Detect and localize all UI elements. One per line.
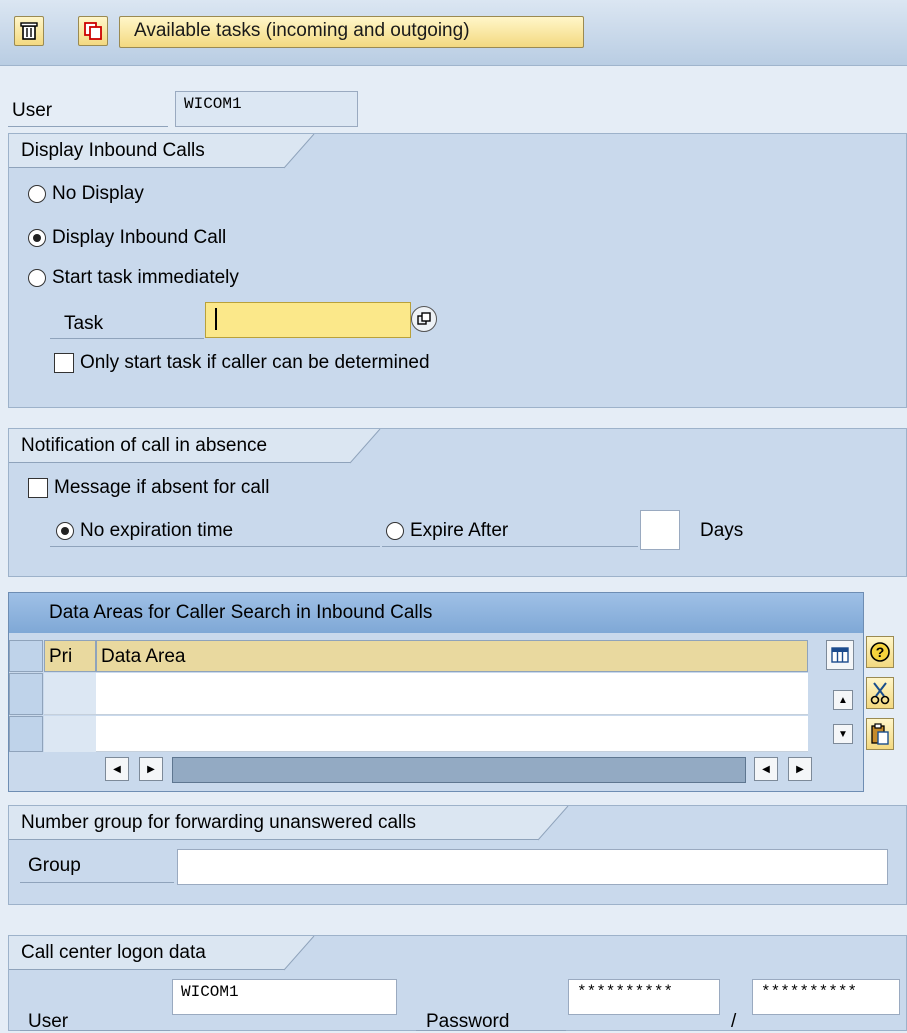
radio-no-expiration[interactable]: No expiration time bbox=[56, 520, 233, 542]
expire-after-underline bbox=[382, 546, 638, 547]
logon-title: Call center logon data bbox=[9, 936, 285, 970]
radio-start-task[interactable]: Start task immediately bbox=[28, 267, 239, 289]
message-absent-row[interactable]: Message if absent for call bbox=[28, 477, 269, 499]
logon-title-slant bbox=[284, 936, 315, 971]
value-help-button[interactable] bbox=[411, 306, 437, 332]
select-all-cell[interactable] bbox=[9, 640, 43, 672]
column-header-data-area[interactable]: Data Area bbox=[96, 640, 808, 672]
user-field: WICOM1 bbox=[175, 91, 358, 127]
radio-start-task-control[interactable] bbox=[28, 269, 46, 287]
absence-title-slant bbox=[350, 429, 381, 464]
password-confirm-input[interactable]: ********** bbox=[752, 979, 900, 1015]
cut-button[interactable] bbox=[866, 677, 894, 709]
arrow-left-icon: ◀ bbox=[762, 763, 770, 775]
group-label: Group bbox=[28, 855, 81, 876]
scroll-down-button[interactable]: ▼ bbox=[833, 724, 853, 744]
column-header-pri[interactable]: Pri bbox=[44, 640, 96, 672]
arrow-right-icon: ▶ bbox=[147, 763, 155, 775]
task-label-underline bbox=[50, 338, 204, 339]
data-areas-title: Data Areas for Caller Search in Inbound … bbox=[9, 593, 863, 633]
column-settings-button[interactable] bbox=[826, 640, 854, 670]
radio-display-inbound-control[interactable] bbox=[28, 229, 46, 247]
table-cell-area-1[interactable] bbox=[96, 673, 808, 715]
clipboard-icon bbox=[871, 723, 889, 745]
arrow-up-icon: ▲ bbox=[838, 694, 848, 706]
scroll-right-end-button[interactable]: ▶ bbox=[788, 757, 812, 781]
password-separator: / bbox=[731, 1011, 737, 1032]
group-input[interactable] bbox=[177, 849, 888, 885]
arrow-right-icon: ▶ bbox=[796, 763, 804, 775]
password-input[interactable]: ********** bbox=[568, 979, 720, 1015]
scissors-icon bbox=[870, 682, 890, 705]
radio-no-expiration-control[interactable] bbox=[56, 522, 74, 540]
radio-expire-after[interactable]: Expire After bbox=[386, 520, 508, 542]
trash-icon bbox=[20, 22, 38, 40]
radio-no-display-label: No Display bbox=[52, 183, 144, 204]
radio-display-inbound-label: Display Inbound Call bbox=[52, 227, 227, 248]
message-absent-checkbox[interactable] bbox=[28, 478, 48, 498]
arrow-down-icon: ▼ bbox=[838, 728, 848, 740]
row-selector-1[interactable] bbox=[9, 673, 43, 715]
only-start-checkbox[interactable] bbox=[54, 353, 74, 373]
row-selector-2[interactable] bbox=[9, 716, 43, 752]
no-expiration-underline bbox=[50, 546, 380, 547]
number-group-title-text: Number group for forwarding unanswered c… bbox=[21, 812, 416, 833]
task-input[interactable] bbox=[205, 302, 411, 338]
copy-icon bbox=[84, 22, 102, 40]
logon-user-input[interactable]: WICOM1 bbox=[172, 979, 397, 1015]
table-cell-pri-1 bbox=[44, 673, 96, 715]
available-tasks-button[interactable]: Available tasks (incoming and outgoing) bbox=[119, 16, 584, 48]
radio-no-display-control[interactable] bbox=[28, 185, 46, 203]
absence-title: Notification of call in absence bbox=[9, 429, 351, 463]
scroll-up-button[interactable]: ▲ bbox=[833, 690, 853, 710]
days-input[interactable] bbox=[640, 510, 680, 550]
delete-button[interactable] bbox=[14, 16, 44, 46]
arrow-left-icon: ◀ bbox=[113, 763, 121, 775]
task-label: Task bbox=[64, 313, 104, 334]
user-label: User bbox=[12, 100, 53, 121]
inbound-calls-title-text: Display Inbound Calls bbox=[21, 140, 205, 161]
inbound-title-slant bbox=[284, 134, 315, 169]
radio-no-display[interactable]: No Display bbox=[28, 183, 144, 205]
horizontal-scrollbar[interactable] bbox=[172, 757, 746, 783]
scroll-left-end-button[interactable]: ◀ bbox=[754, 757, 778, 781]
scroll-right-button[interactable]: ▶ bbox=[139, 757, 163, 781]
group-label-underline bbox=[20, 882, 174, 883]
radio-display-inbound[interactable]: Display Inbound Call bbox=[28, 227, 226, 249]
days-label: Days bbox=[700, 520, 744, 541]
only-start-checkbox-row[interactable]: Only start task if caller can be determi… bbox=[54, 352, 430, 374]
copy-button[interactable] bbox=[78, 16, 108, 46]
number-group-title-slant bbox=[538, 806, 569, 841]
table-settings-icon bbox=[831, 647, 849, 663]
help-button[interactable]: ? bbox=[866, 636, 894, 668]
table-cell-area-2[interactable] bbox=[96, 716, 808, 752]
radio-no-expiration-label: No expiration time bbox=[80, 520, 234, 541]
svg-text:?: ? bbox=[876, 644, 885, 660]
inbound-calls-title: Display Inbound Calls bbox=[9, 134, 285, 168]
help-icon: ? bbox=[870, 642, 890, 662]
radio-expire-after-label: Expire After bbox=[410, 520, 509, 541]
value-help-icon bbox=[417, 312, 431, 325]
radio-start-task-label: Start task immediately bbox=[52, 267, 239, 288]
text-cursor bbox=[215, 308, 217, 330]
only-start-label: Only start task if caller can be determi… bbox=[80, 352, 430, 373]
paste-button[interactable] bbox=[866, 718, 894, 750]
number-group-title: Number group for forwarding unanswered c… bbox=[9, 806, 539, 840]
absence-title-text: Notification of call in absence bbox=[21, 435, 268, 456]
radio-expire-after-control[interactable] bbox=[386, 522, 404, 540]
scroll-left-button[interactable]: ◀ bbox=[105, 757, 129, 781]
message-absent-label: Message if absent for call bbox=[54, 477, 270, 498]
user-label-underline bbox=[8, 126, 168, 127]
logon-title-text: Call center logon data bbox=[21, 942, 206, 963]
table-cell-pri-2 bbox=[44, 716, 96, 752]
